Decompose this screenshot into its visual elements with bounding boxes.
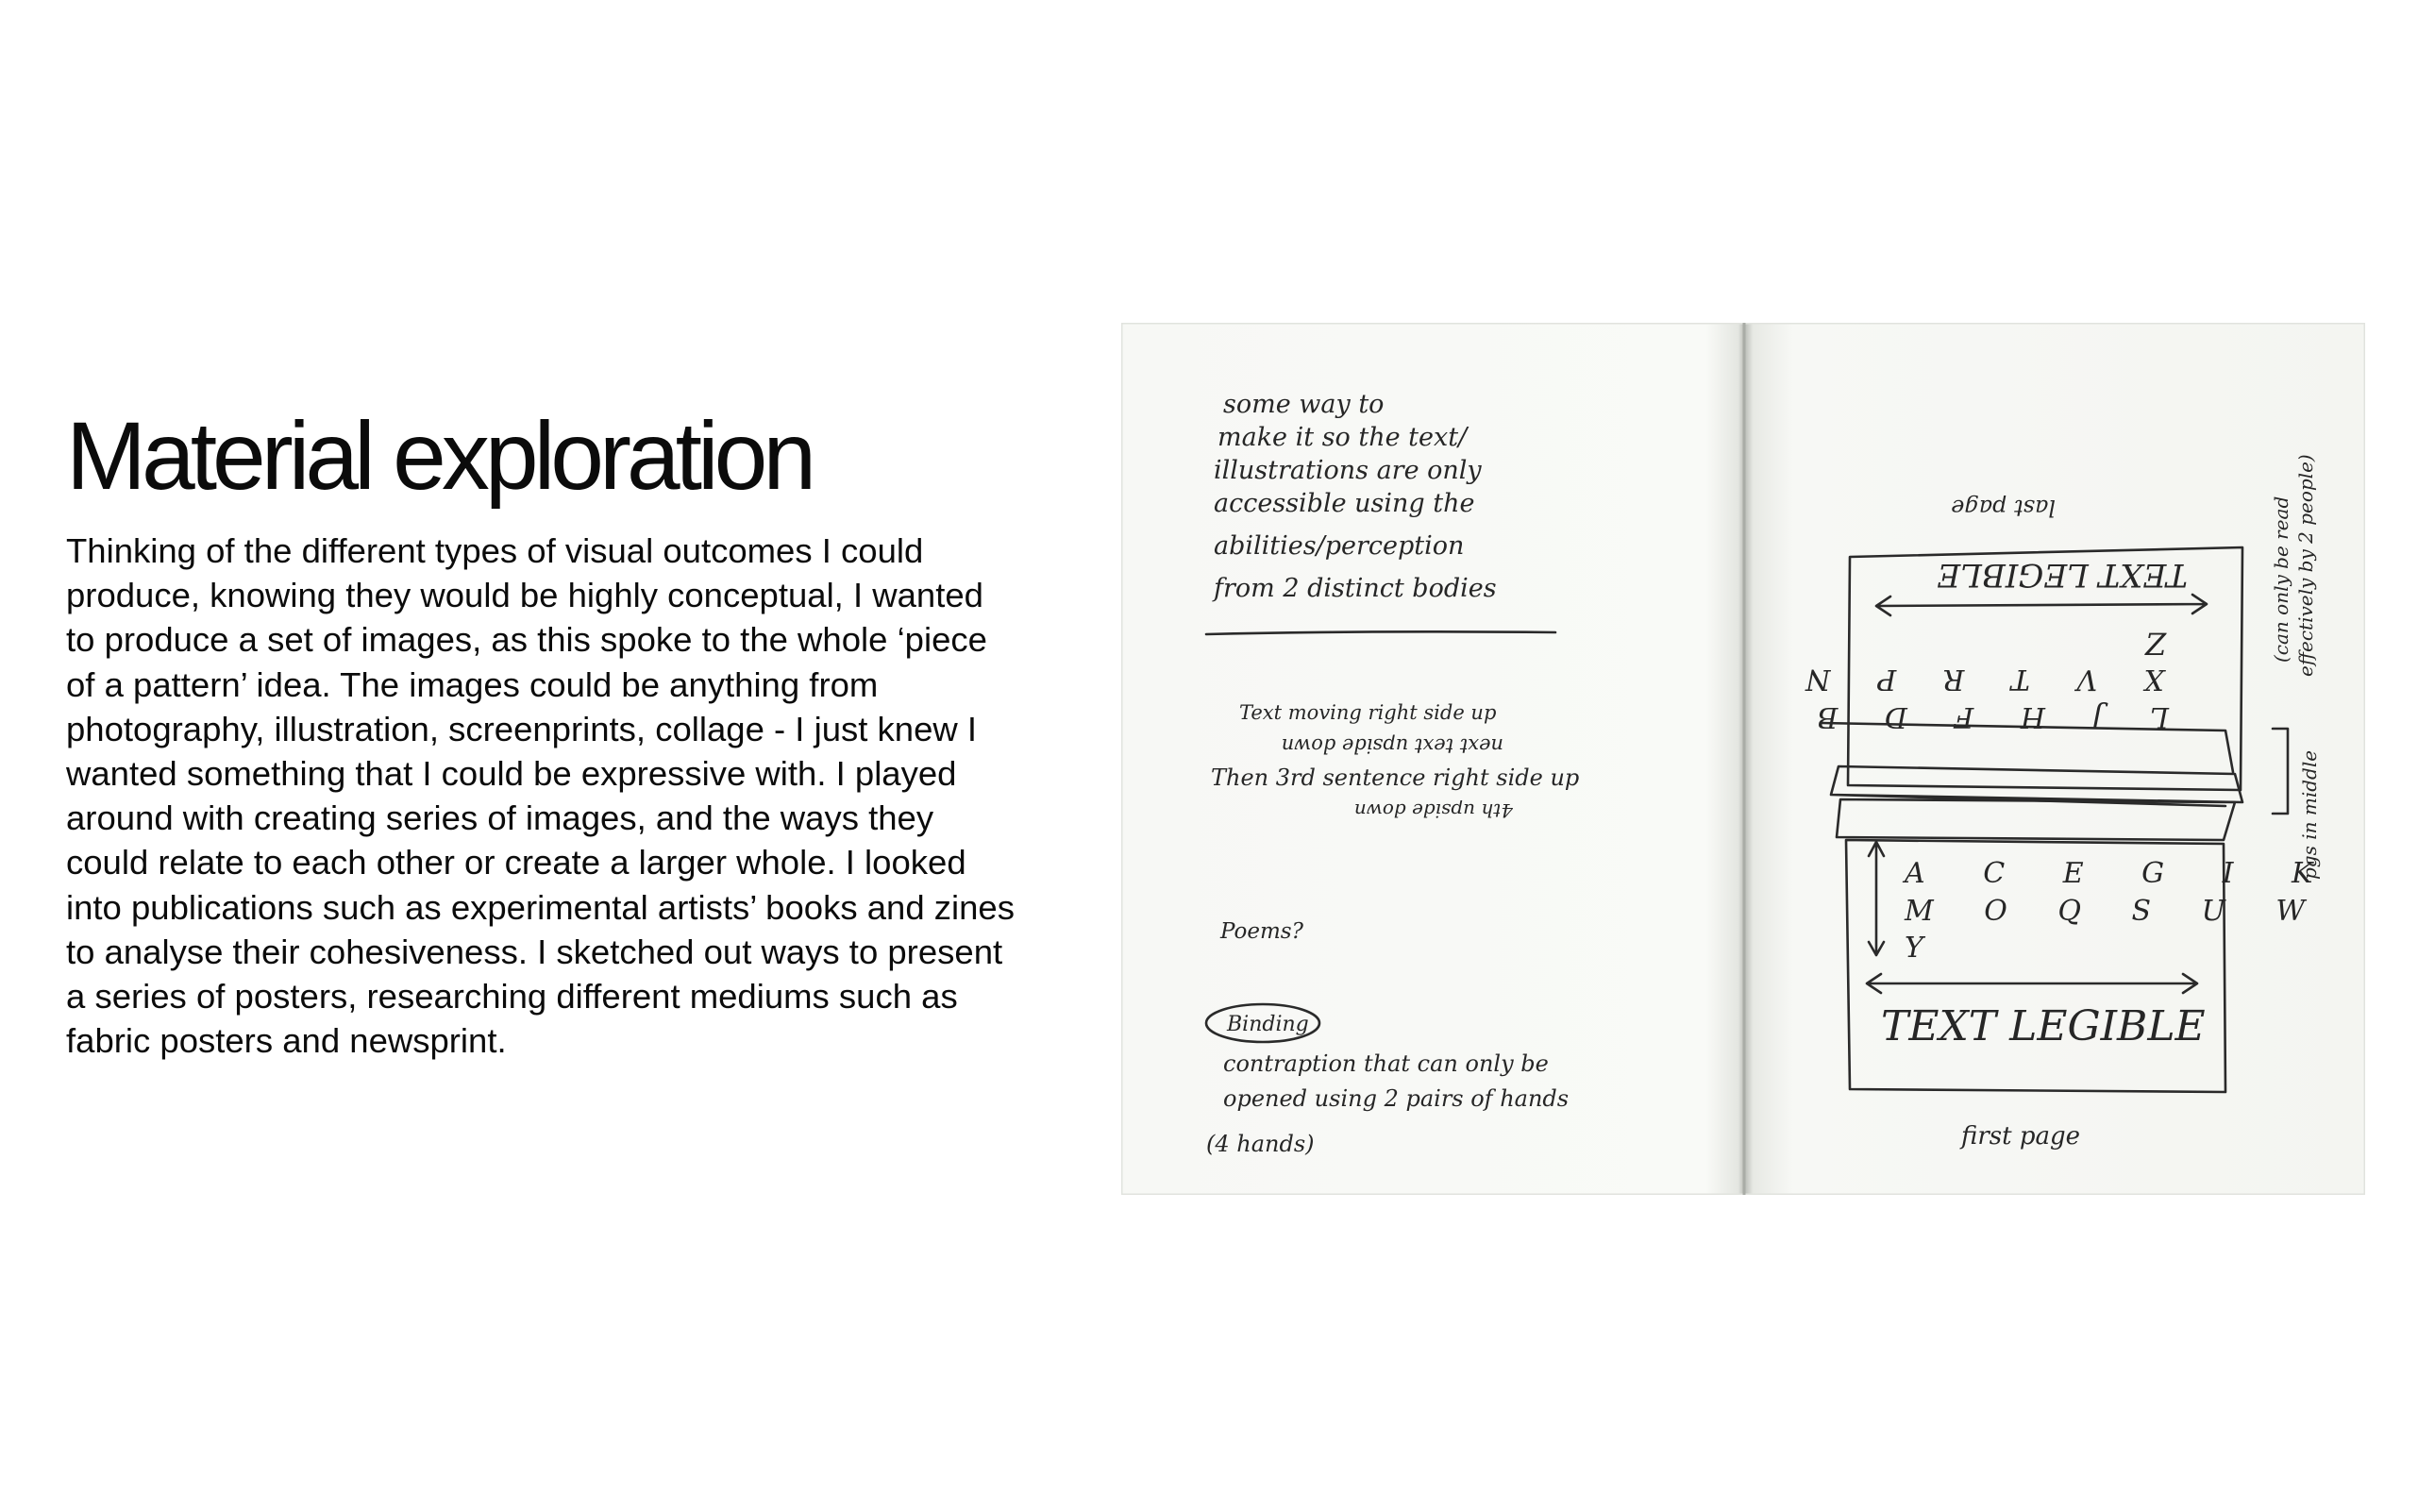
note-1-line-2: make it so the text/ [1217,423,1469,452]
bottom-vertical-arrow [1867,840,1886,957]
body-paragraph: Thinking of the different types of visua… [66,531,1015,1061]
text-legible-label: TEXT LEGIBLE [1881,1002,2206,1050]
note-1-line-5: abilities/perception [1214,531,1464,561]
note-1-line-4: accessible using the [1214,489,1475,518]
binding-note-line-1: contraption that can only be [1223,1050,1549,1077]
side-bracket [2271,727,2290,815]
note-1-line-1: some way to [1223,390,1384,419]
note-1-line-6: from 2 distinct bodies [1212,574,1497,603]
note-2-line-1: Text moving right side up [1239,701,1496,724]
note-2-line-4: 4th upside down [1354,799,1514,822]
top-letter-z: Z [2144,627,2167,663]
note-1-line-3: illustrations are only [1214,456,1482,485]
bottom-letters-row-3: Y [1905,932,1926,965]
top-letters-row-2: X V T R P N [1787,663,2166,696]
bottom-letters-row-1: A C E G I K [1902,857,2337,890]
left-page-notes: some way to make it so the text/ illustr… [1204,390,1579,1157]
binding-label: Binding [1226,1013,1309,1036]
poems-note: Poems? [1219,919,1304,944]
note-2-line-3: Then 3rd sentence right side up [1211,764,1579,791]
sketchbook-photo: some way to make it so the text/ illustr… [1121,323,2365,1195]
note-2-line-2: next text upside down [1282,734,1503,757]
binding-note-line-2: opened using 2 pairs of hands [1223,1085,1569,1112]
middle-slab [1820,721,2244,808]
side-note-line-1: (can only be read [2270,496,2292,663]
binding-note-line-3: (4 hands) [1206,1131,1315,1157]
pgs-in-middle-note: pgs in middle [2298,750,2321,880]
bottom-letters-row-2: M O Q S U W [1904,895,2326,928]
flipped-text-legible: TEXT LEGIBLE [1937,556,2188,594]
page-title: Material exploration [66,402,816,510]
last-page-label: last page [1951,495,2056,521]
divider-stroke [1204,630,1557,636]
bottom-arrow [1865,972,2199,995]
side-note-line-2: effectively by 2 people) [2294,454,2317,677]
right-page-sketch: last page TEXT LEGIBLE Z X V T R P N L J… [1787,454,2337,1151]
first-page-label: first page [1959,1122,2080,1151]
sketchbook-drawing: some way to make it so the text/ illustr… [1121,323,2365,1195]
top-arrow [1874,593,2208,617]
